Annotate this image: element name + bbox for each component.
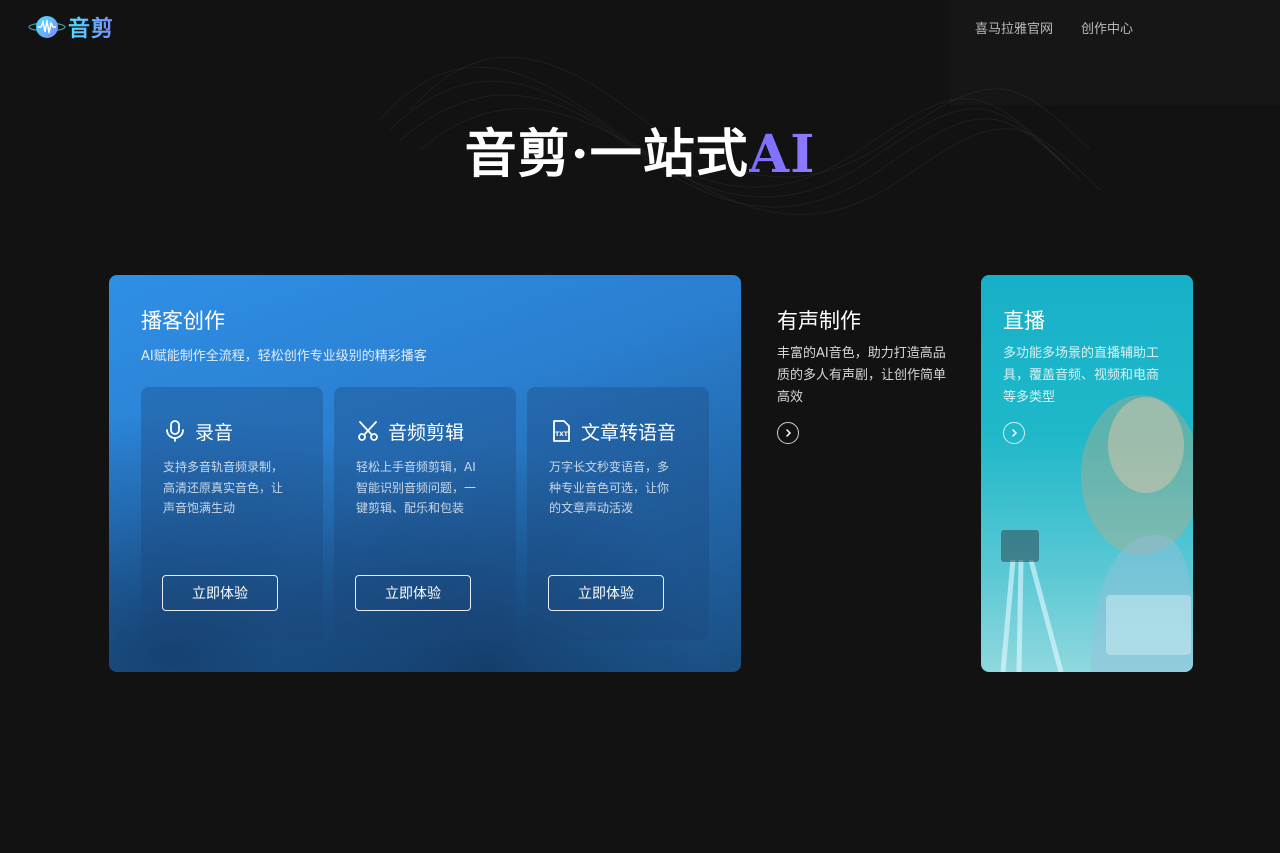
- try-now-button-text-to-speech[interactable]: 立即体验: [548, 575, 664, 611]
- hero-title-main: 音剪·一站式: [464, 124, 749, 185]
- nav-link-ximalaya-official[interactable]: 喜马拉雅官网: [975, 18, 1053, 37]
- audio-production-description: 丰富的AI音色，助力打造高品质的多人有声剧，让创作简单高效: [777, 346, 947, 405]
- chevron-right-icon: [1012, 429, 1018, 437]
- try-now-button-recording[interactable]: 立即体验: [162, 575, 278, 611]
- feature-title: 文章转语音: [581, 422, 677, 444]
- feature-description: 万字长文秒变语音，多种专业音色可选，让你的文章声动活泼: [549, 460, 670, 515]
- hero-title-accent: AI: [748, 124, 816, 185]
- feature-description: 支持多音轨音频录制，高清还原真实音色，让声音饱满生动: [163, 460, 284, 515]
- podcast-card-subtitle: AI赋能制作全流程，轻松创作专业级别的精彩播客: [141, 349, 427, 364]
- live-arrow-button[interactable]: [1003, 422, 1025, 444]
- header-nav: 喜马拉雅官网 创作中心: [975, 18, 1133, 37]
- scissors-icon: [358, 421, 378, 441]
- feature-title: 音频剪辑: [388, 422, 465, 444]
- podcast-card-title: 播客创作: [141, 309, 225, 333]
- feature-card-recording: 录音 支持多音轨音频录制，高清还原真实音色，让声音饱满生动 立即体验: [141, 387, 323, 640]
- txt-file-icon: TXT: [553, 420, 570, 442]
- feature-description: 轻松上手音频剪辑，AI智能识别音频问题，一键剪辑、配乐和包装: [356, 460, 477, 515]
- sound-wave-logo-icon: [28, 16, 66, 38]
- live-card-title: 直播: [1003, 309, 1045, 333]
- brand-logo[interactable]: 音剪: [28, 12, 114, 42]
- svg-text:TXT: TXT: [555, 431, 569, 438]
- brand-name: 音剪: [68, 11, 114, 43]
- top-navigation-bar: 音剪 喜马拉雅官网 创作中心: [0, 0, 1280, 54]
- feature-card-text-to-speech: TXT 文章转语音 万字长文秒变语音，多种专业音色可选，让你的文章声动活泼 立即…: [527, 387, 709, 640]
- microphone-icon: [166, 420, 184, 442]
- try-now-button-audio-editing[interactable]: 立即体验: [355, 575, 471, 611]
- hero-title: 音剪·一站式AI: [0, 112, 1280, 187]
- podcast-creation-card: 播客创作 AI赋能制作全流程，轻松创作专业级别的精彩播客 录音 支持多音轨音频录…: [109, 275, 741, 672]
- audio-production-section: 有声制作 丰富的AI音色，助力打造高品质的多人有声剧，让创作简单高效: [777, 275, 947, 672]
- nav-link-creation-center[interactable]: 创作中心: [1081, 18, 1133, 37]
- feature-title: 录音: [195, 422, 234, 444]
- live-card-description: 多功能多场景的直播辅助工具，覆盖音频、视频和电商等多类型: [1003, 346, 1160, 405]
- feature-card-audio-editing: 音频剪辑 轻松上手音频剪辑，AI智能识别音频问题，一键剪辑、配乐和包装 立即体验: [334, 387, 516, 640]
- audio-production-title: 有声制作: [777, 309, 861, 333]
- chevron-right-icon: [786, 429, 792, 437]
- live-streaming-card: 直播 多功能多场景的直播辅助工具，覆盖音频、视频和电商等多类型: [981, 275, 1193, 672]
- audio-production-arrow-button[interactable]: [777, 422, 799, 444]
